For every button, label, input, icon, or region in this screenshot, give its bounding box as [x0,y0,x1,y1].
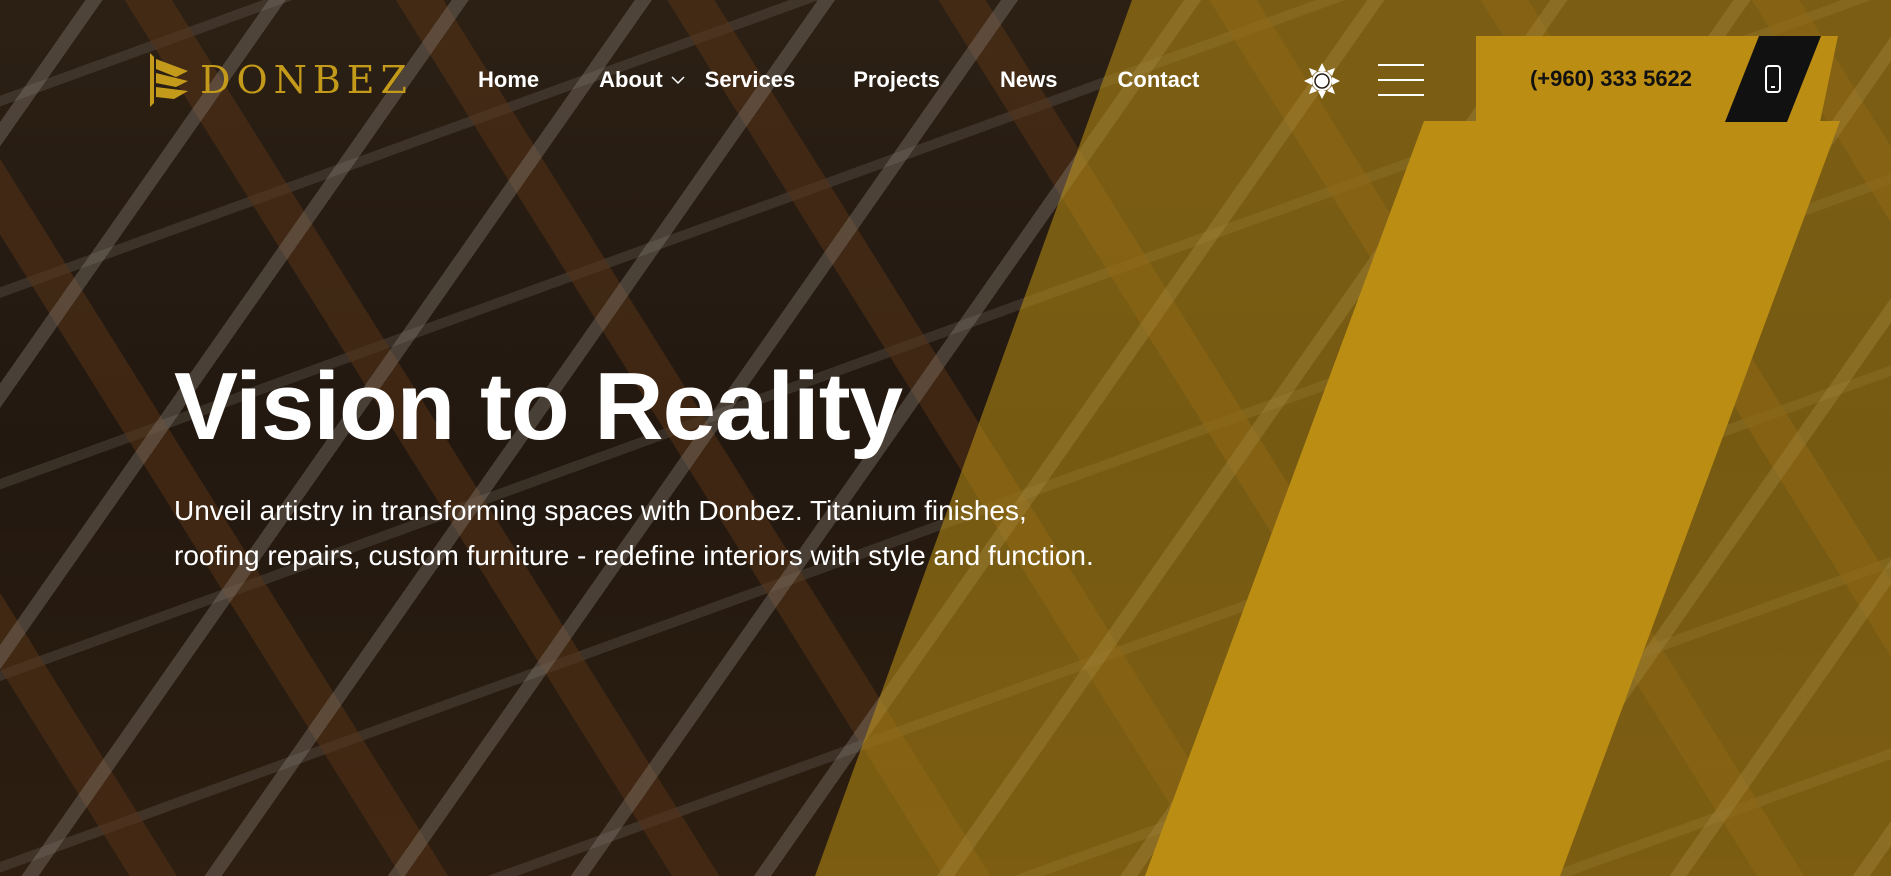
hero-title: Vision to Reality [174,353,903,460]
nav-item-services[interactable]: Services [705,67,796,93]
nav-item-home[interactable]: Home [478,67,539,93]
chevron-down-icon [671,76,685,85]
brand-name: DONBEZ [200,58,413,102]
nav-item-about[interactable]: About [599,67,685,93]
phone-number-link[interactable]: (+960) 333 5622 [1476,36,1746,122]
site-logo[interactable]: DONBEZ [146,50,413,110]
nav-item-projects[interactable]: Projects [853,67,940,93]
hero-description: Unveil artistry in transforming spaces w… [174,495,1094,571]
hero-section: DONBEZ Home About Services Projects News… [0,0,1891,876]
sun-icon[interactable] [1303,62,1341,100]
nav-item-news[interactable]: News [1000,67,1057,93]
nav-item-contact[interactable]: Contact [1118,67,1200,93]
nav-item-about-label: About [599,67,663,92]
mobile-phone-icon [1765,65,1781,93]
layered-chevron-logo-icon [150,53,188,107]
main-nav: Home About Services Projects News Contac… [478,62,1199,98]
site-header: DONBEZ Home About Services Projects News… [0,0,1891,160]
hamburger-menu-icon[interactable] [1378,62,1424,98]
